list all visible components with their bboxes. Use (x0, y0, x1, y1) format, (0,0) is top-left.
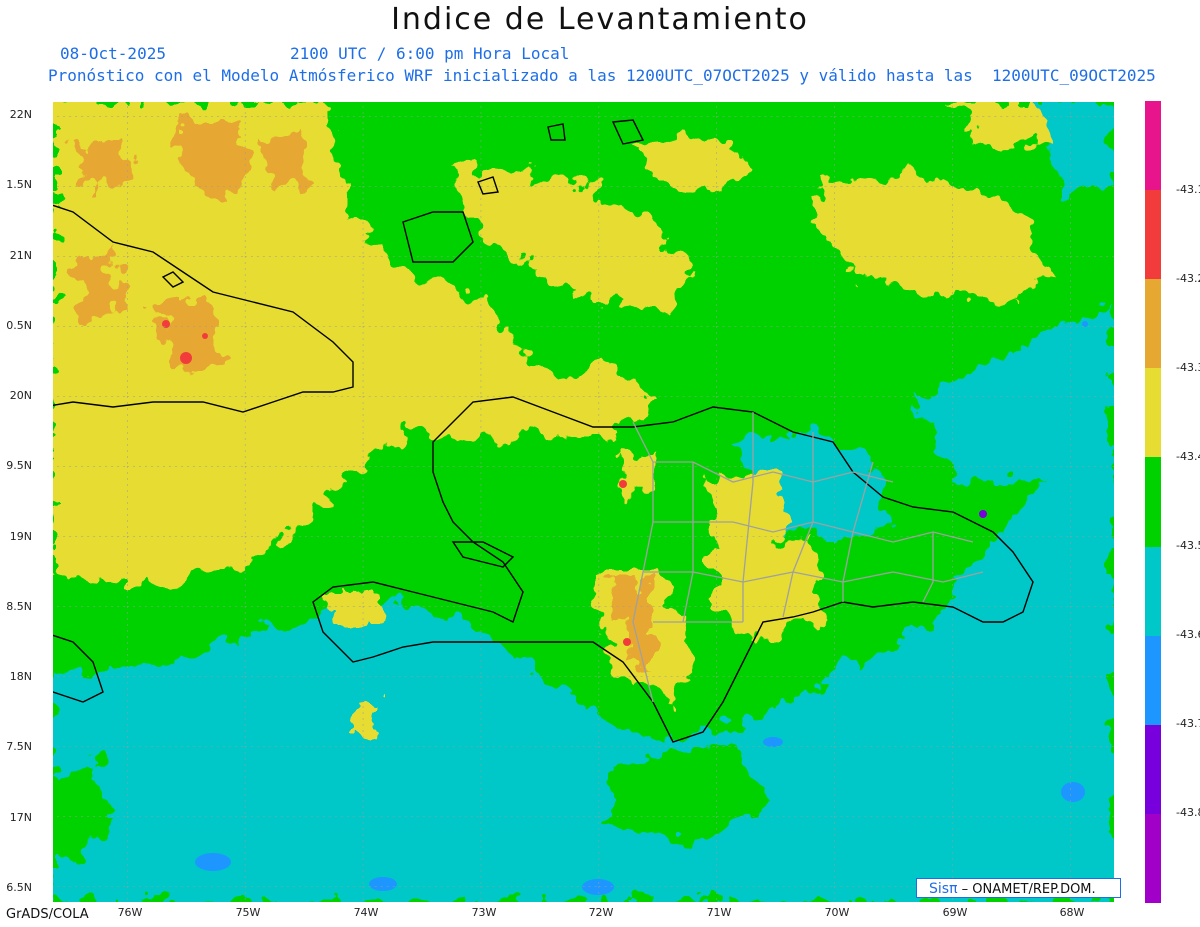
forecast-time: 2100 UTC / 6:00 pm Hora Local (290, 44, 570, 63)
footer-grads: GrADS/COLA (6, 907, 89, 922)
credit-logo: Sisπ (929, 881, 958, 897)
lat-label: 6.5N (6, 881, 32, 894)
forecast-date: 08-Oct-2025 (60, 44, 166, 63)
colorbar-label: -43.7 (1176, 717, 1200, 730)
lon-label: 73W (471, 906, 497, 919)
lat-label: 7.5N (6, 740, 32, 753)
lon-label: 72W (588, 906, 614, 919)
lat-label: 0.5N (6, 319, 32, 332)
map-title: Indice de Levantamiento (391, 2, 809, 37)
lat-label: 21N (9, 249, 32, 262)
colorbar-label: -43.3 (1176, 361, 1200, 374)
lat-label: 1.5N (6, 178, 32, 191)
colorbar-swatch (1145, 368, 1161, 458)
colorbar-swatch (1145, 813, 1161, 904)
lon-label: 71W (706, 906, 732, 919)
lat-label: 17N (9, 811, 32, 824)
credit-box: Sisπ – ONAMET/REP.DOM. (916, 878, 1121, 898)
map-canvas (53, 102, 1114, 902)
lon-label: 74W (353, 906, 379, 919)
colorbar-swatch (1145, 635, 1161, 726)
lat-label: 22N (9, 108, 32, 121)
colorbar-swatch (1145, 279, 1161, 369)
lat-lon-grid (53, 102, 1114, 902)
colorbar-label: -43.4 (1176, 450, 1200, 463)
model-description: Pronóstico con el Modelo Atmósferico WRF… (48, 66, 1156, 85)
colorbar (1145, 101, 1161, 904)
colorbar-label: -43.5 (1176, 539, 1200, 552)
lat-label: 20N (9, 389, 32, 402)
colorbar-label: -43.2 (1176, 272, 1200, 285)
lon-label: 76W (117, 906, 143, 919)
colorbar-swatch (1145, 457, 1161, 548)
lon-label: 68W (1059, 906, 1085, 919)
colorbar-swatch (1145, 190, 1161, 280)
lat-label: 18N (9, 670, 32, 683)
lat-label: 8.5N (6, 600, 32, 613)
lon-label: 70W (824, 906, 850, 919)
lat-label: 9.5N (6, 459, 32, 472)
colorbar-label: -43.8 (1176, 806, 1200, 819)
colorbar-swatch (1145, 101, 1161, 191)
lat-label: 19N (9, 530, 32, 543)
lon-label: 69W (942, 906, 968, 919)
colorbar-swatch (1145, 546, 1161, 637)
colorbar-label: -43.1 (1176, 183, 1200, 196)
colorbar-swatch (1145, 724, 1161, 815)
lon-label: 75W (235, 906, 261, 919)
colorbar-label: -43.6 (1176, 628, 1200, 641)
credit-text: – ONAMET/REP.DOM. (961, 882, 1096, 897)
lifted-index-map (53, 102, 1114, 902)
